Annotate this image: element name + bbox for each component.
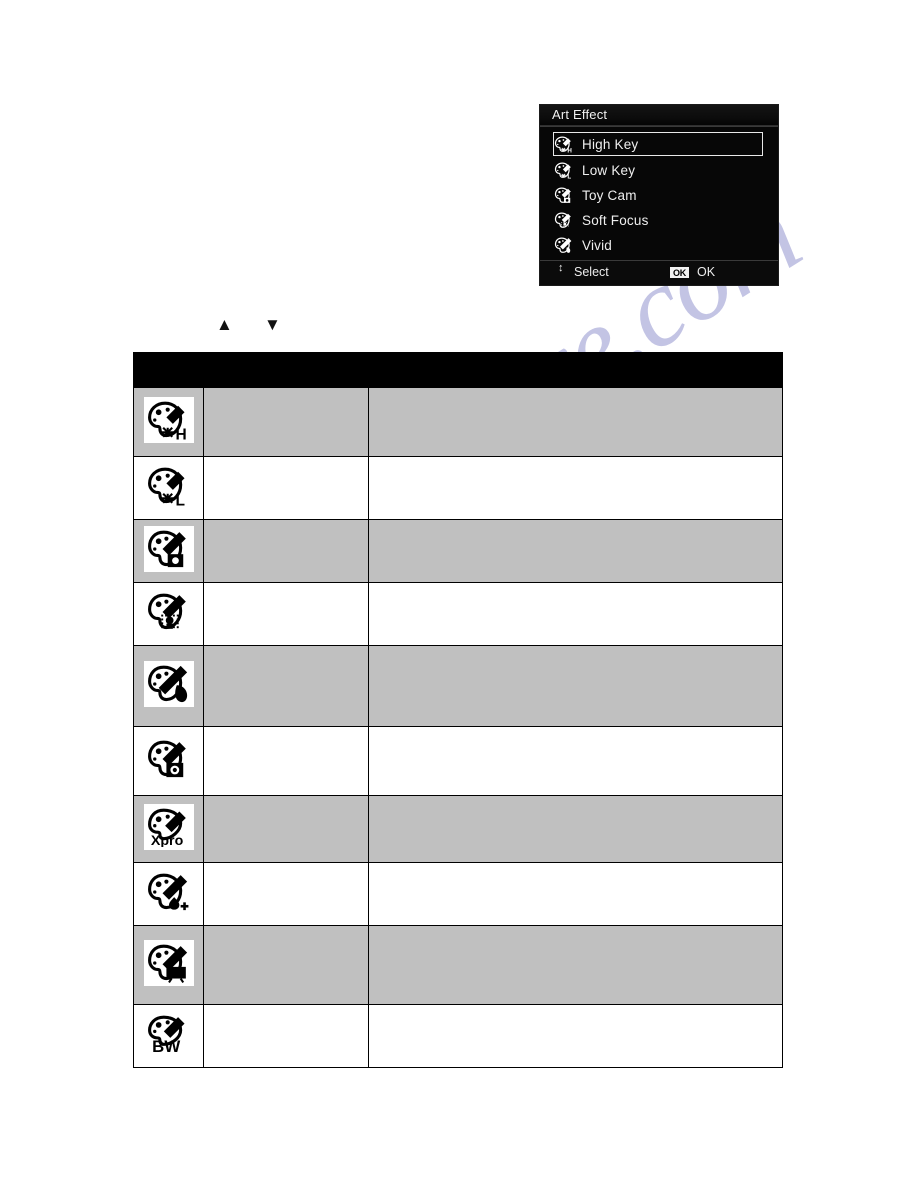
row-icon-cell <box>133 726 204 796</box>
osd-select-hint: Select <box>574 265 609 279</box>
updown-arrows-icon: ↕ <box>558 262 564 274</box>
row-icon-cell <box>133 862 204 926</box>
palette-vivid-icon <box>554 237 572 253</box>
arrow-up-icon: ▲ <box>216 315 233 334</box>
row-name-cell <box>203 582 369 646</box>
row-icon-cell <box>133 519 204 583</box>
palette-low-key-icon: L <box>554 162 571 179</box>
palette-high-key-icon: H <box>554 136 572 153</box>
table-header-row <box>133 352 783 388</box>
ok-button-badge-icon: OK <box>670 267 689 278</box>
manual-page: manualshive.com Art Effect H High <box>0 0 918 1188</box>
row-name-cell <box>203 387 369 457</box>
row-icon-cell: H <box>133 387 204 457</box>
osd-item-label: High Key <box>582 136 639 152</box>
palette-low-key-icon: L <box>147 467 184 506</box>
svg-text:L: L <box>567 173 571 179</box>
osd-item-low-key[interactable]: L Low Key <box>554 158 764 182</box>
row-name-cell <box>203 925 369 1005</box>
camera-osd-screenshot: Art Effect H High Key L Low Key Toy Cam … <box>540 105 778 285</box>
icon-box <box>143 939 194 986</box>
palette-soft-focus-icon <box>147 593 186 629</box>
table-row <box>133 582 783 646</box>
palette-high-key-icon: H <box>147 401 186 440</box>
icon-box <box>143 525 194 572</box>
row-icon-cell <box>133 925 204 1005</box>
palette-xpro-icon: Xpro <box>147 808 186 847</box>
arrow-down-icon: ▼ <box>264 315 281 334</box>
osd-footer-bar: ↕ Select OK OK <box>540 260 778 285</box>
row-description-cell <box>368 519 783 583</box>
palette-toy-cam-icon <box>147 530 186 567</box>
icon-box <box>143 735 194 782</box>
row-icon-cell <box>133 582 204 646</box>
header-cell-name <box>203 352 369 388</box>
header-cell-description <box>368 352 783 388</box>
osd-item-label: Soft Focus <box>582 212 649 228</box>
row-icon-cell: L <box>133 456 204 520</box>
row-description-cell <box>368 925 783 1005</box>
osd-title-text: Art Effect <box>552 107 608 122</box>
row-description-cell <box>368 645 783 727</box>
row-name-cell <box>203 645 369 727</box>
table-row <box>133 645 783 727</box>
row-description-cell <box>368 795 783 863</box>
svg-text:H: H <box>175 426 186 440</box>
row-description-cell <box>368 862 783 926</box>
palette-bw-icon: BW <box>147 1015 185 1054</box>
osd-item-toy-cam[interactable]: Toy Cam <box>554 183 764 207</box>
palette-soft-focus-icon <box>554 212 571 228</box>
art-effect-table: H L Xpro BW <box>133 352 783 1068</box>
palette-tv-icon <box>147 944 187 983</box>
table-row: Xpro <box>133 795 783 863</box>
icon-box: Xpro <box>143 803 194 850</box>
palette-vivid-icon <box>147 665 187 702</box>
osd-item-label: Toy Cam <box>582 187 637 203</box>
row-name-cell <box>203 1004 369 1068</box>
icon-box: L <box>143 462 194 509</box>
table-row: L <box>133 456 783 520</box>
palette-toy-cam-icon <box>554 187 571 203</box>
osd-item-label: Vivid <box>582 237 613 253</box>
svg-text:H: H <box>567 147 572 153</box>
header-cell-icon <box>133 352 204 388</box>
row-description-cell <box>368 1004 783 1068</box>
row-description-cell <box>368 726 783 796</box>
table-row: BW <box>133 1004 783 1068</box>
osd-ok-hint: OK <box>697 265 716 279</box>
svg-text:BW: BW <box>152 1037 180 1054</box>
table-row: H <box>133 387 783 457</box>
row-name-cell <box>203 519 369 583</box>
table-row <box>133 925 783 1005</box>
row-description-cell <box>368 456 783 520</box>
table-row <box>133 726 783 796</box>
table-row <box>133 862 783 926</box>
row-name-cell <box>203 862 369 926</box>
row-icon-cell: BW <box>133 1004 204 1068</box>
row-description-cell <box>368 387 783 457</box>
svg-text:L: L <box>175 492 184 506</box>
icon-box <box>143 660 194 707</box>
icon-box: H <box>143 396 194 443</box>
palette-water-color-icon <box>147 873 188 910</box>
osd-item-high-key[interactable]: H High Key <box>553 132 763 156</box>
row-description-cell <box>368 582 783 646</box>
row-icon-cell: Xpro <box>133 795 204 863</box>
row-name-cell <box>203 726 369 796</box>
osd-item-soft-focus[interactable]: Soft Focus <box>554 208 764 232</box>
osd-title-bar: Art Effect <box>540 105 778 126</box>
row-name-cell <box>203 456 369 520</box>
svg-text:Xpro: Xpro <box>150 833 183 847</box>
icon-box <box>143 868 194 915</box>
palette-lomo-icon <box>147 740 186 777</box>
osd-item-label: Low Key <box>582 162 636 178</box>
icon-box: BW <box>143 1010 194 1057</box>
nav-arrow-glyphs: ▲ ▼ <box>216 316 306 340</box>
row-icon-cell <box>133 645 204 727</box>
row-name-cell <box>203 795 369 863</box>
osd-menu-list: H High Key L Low Key Toy Cam Soft Focus … <box>540 126 778 261</box>
icon-box <box>143 588 194 635</box>
table-row <box>133 519 783 583</box>
osd-item-vivid[interactable]: Vivid <box>554 233 764 257</box>
